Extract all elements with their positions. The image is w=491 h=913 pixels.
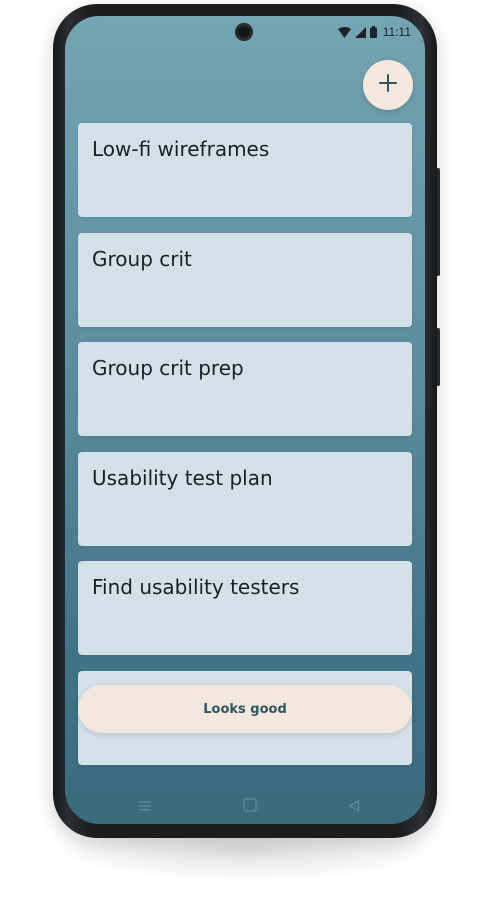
home-icon <box>243 797 257 816</box>
front-camera <box>235 23 253 41</box>
status-icons: 11:11 <box>337 23 411 42</box>
task-card[interactable]: Usability test plan <box>78 452 412 546</box>
task-title: Group crit prep <box>92 356 244 380</box>
back-icon <box>348 797 360 816</box>
status-bar: 11:11 <box>65 16 425 48</box>
battery-icon <box>369 23 377 42</box>
phone-screen: 11:11 Low-fi wireframes Group crit Group… <box>65 16 425 824</box>
device-mockup: 11:11 Low-fi wireframes Group crit Group… <box>0 0 491 913</box>
looks-good-button[interactable]: Looks good <box>78 685 412 733</box>
status-time: 11:11 <box>382 25 411 39</box>
task-card[interactable]: Group crit <box>78 233 412 327</box>
menu-button[interactable] <box>130 791 160 821</box>
task-card[interactable]: Group crit prep <box>78 342 412 436</box>
home-button[interactable] <box>235 791 265 821</box>
task-title: Usability test plan <box>92 466 273 490</box>
task-title: Group crit <box>92 247 192 271</box>
signal-icon <box>354 23 366 42</box>
back-button[interactable] <box>339 791 369 821</box>
menu-icon <box>139 797 151 816</box>
plus-icon <box>379 74 397 96</box>
wifi-icon <box>337 23 351 42</box>
navigation-bar <box>65 791 425 821</box>
task-title: Find usability testers <box>92 575 300 599</box>
add-task-button[interactable] <box>363 60 413 110</box>
task-card[interactable]: Low-fi wireframes <box>78 123 412 217</box>
task-card[interactable]: Find usability testers <box>78 561 412 655</box>
task-title: Low-fi wireframes <box>92 137 270 161</box>
